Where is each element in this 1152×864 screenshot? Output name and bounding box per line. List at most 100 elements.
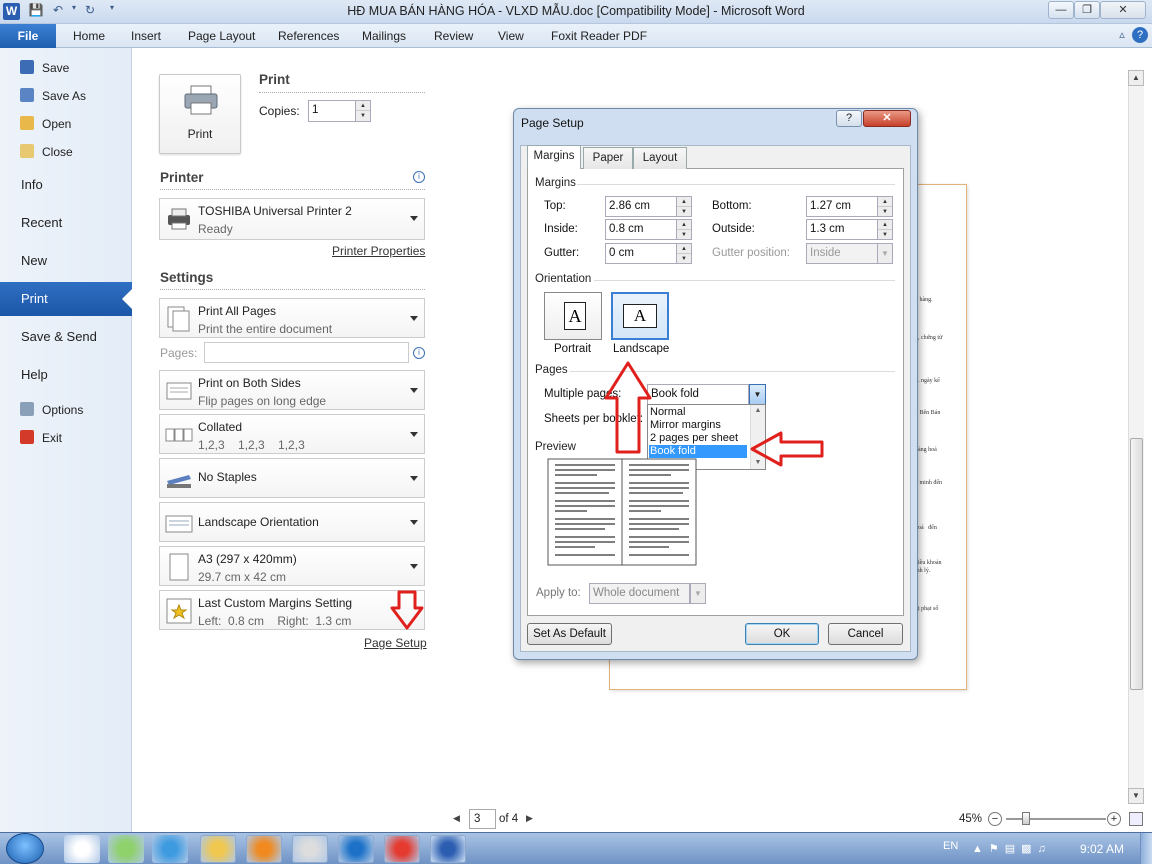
next-page-icon[interactable]: ▶ (526, 813, 533, 824)
tab-references[interactable]: References (278, 29, 339, 43)
copies-spinner[interactable]: ▲ ▼ (355, 100, 371, 122)
zoom-slider[interactable] (1006, 818, 1106, 820)
zoom-in-icon[interactable]: + (1107, 812, 1121, 826)
chrome-icon[interactable] (384, 835, 420, 863)
show-desktop-button[interactable] (1140, 833, 1152, 864)
tab-view[interactable]: View (498, 29, 524, 43)
list-item-selected[interactable]: Book fold (649, 445, 747, 458)
print-range-dropdown[interactable]: Print All Pages Print the entire documen… (159, 298, 425, 338)
ok-button[interactable]: OK (745, 623, 819, 645)
top-margin-spinner[interactable]: ▲ ▼ (676, 196, 692, 217)
landscape-option[interactable]: A (611, 292, 669, 340)
nav-options[interactable]: Options (0, 399, 132, 421)
tab-review[interactable]: Review (434, 29, 473, 43)
dialog-help-button[interactable]: ? (836, 110, 862, 127)
close-button[interactable]: ✕ (1100, 1, 1146, 19)
page-setup-link[interactable]: Page Setup (364, 636, 427, 650)
nav-recent[interactable]: Recent (0, 206, 132, 240)
teamviewer-icon[interactable] (338, 835, 374, 863)
nav-open[interactable]: Open (0, 113, 132, 135)
staples-dropdown[interactable]: No Staples (159, 458, 425, 498)
cancel-button[interactable]: Cancel (828, 623, 903, 645)
clock[interactable]: 9:02 AM (1080, 842, 1124, 856)
taskbar-app-icon[interactable] (108, 835, 144, 863)
vertical-scrollbar[interactable] (1128, 70, 1144, 804)
inside-margin-spinner[interactable]: ▲ ▼ (676, 219, 692, 240)
collate-dropdown[interactable]: Collated 1,2,3 1,2,3 1,2,3 (159, 414, 425, 454)
tab-foxit-reader-pdf[interactable]: Foxit Reader PDF (551, 29, 647, 43)
help-icon[interactable]: ? (1132, 27, 1148, 43)
nav-close[interactable]: Close (0, 141, 132, 163)
paper-size-desc: 29.7 cm x 42 cm (198, 570, 287, 584)
zoom-level[interactable]: 45% (959, 813, 982, 825)
inside-margin-input[interactable]: 0.8 cm (605, 219, 677, 240)
margins-dropdown[interactable]: Last Custom Margins Setting Left: 0.8 cm… (159, 590, 425, 630)
landscape-label: Landscape (613, 343, 670, 355)
restore-button[interactable]: ❐ (1074, 1, 1100, 19)
bottom-margin-spinner[interactable]: ▲ ▼ (877, 196, 893, 217)
zoom-to-page-icon[interactable] (1129, 812, 1143, 826)
staples-label: No Staples (198, 470, 257, 484)
info-icon[interactable]: i (413, 347, 425, 359)
taskbar-app-icon[interactable] (292, 835, 328, 863)
set-as-default-button[interactable]: Set As Default (527, 623, 612, 645)
chevron-up-icon[interactable]: ▵ (1114, 27, 1130, 43)
nav-save[interactable]: Save (0, 57, 132, 79)
duplex-dropdown[interactable]: Print on Both Sides Flip pages on long e… (159, 370, 425, 410)
minimize-button[interactable]: — (1048, 1, 1074, 19)
internet-explorer-icon[interactable] (152, 835, 188, 863)
scroll-thumb[interactable] (1130, 438, 1143, 690)
file-explorer-icon[interactable] (200, 835, 236, 863)
gutter-input[interactable]: 0 cm (605, 243, 677, 264)
portrait-option[interactable]: A (544, 292, 602, 340)
tab-insert[interactable]: Insert (131, 29, 161, 43)
printer-properties-link[interactable]: Printer Properties (332, 244, 425, 258)
gutter-spinner[interactable]: ▲ ▼ (676, 243, 692, 264)
tab-file[interactable]: File (0, 24, 56, 48)
bottom-margin-input[interactable]: 1.27 cm (806, 196, 878, 217)
printer-icon (184, 85, 218, 115)
nav-new[interactable]: New (0, 244, 132, 278)
chevron-down-icon[interactable]: ▼ (749, 384, 766, 405)
tab-margins[interactable]: Margins (527, 145, 581, 169)
tab-mailings[interactable]: Mailings (362, 29, 406, 43)
print-button[interactable]: Print (159, 74, 241, 154)
pages-input[interactable] (204, 342, 409, 363)
word-taskbar-icon[interactable] (430, 835, 466, 863)
copies-input[interactable]: 1 (308, 100, 356, 122)
tab-home[interactable]: Home (73, 29, 105, 43)
language-indicator[interactable]: EN (943, 840, 958, 852)
scroll-down-button[interactable]: ▼ (1128, 788, 1144, 804)
dialog-close-button[interactable]: ✕ (863, 110, 911, 127)
tray-icons[interactable]: ▲⚑▤▩♫ (972, 842, 1062, 856)
list-item[interactable]: Normal (649, 406, 747, 419)
tab-layout[interactable]: Layout (633, 147, 687, 169)
outside-margin-input[interactable]: 1.3 cm (806, 219, 878, 240)
nav-save-send[interactable]: Save & Send (0, 320, 132, 354)
previous-page-icon[interactable]: ◀ (453, 813, 460, 824)
multiple-pages-select[interactable]: Book fold (647, 384, 749, 405)
current-page-input[interactable]: 3 (469, 809, 496, 829)
nav-help[interactable]: Help (0, 358, 132, 392)
list-item[interactable]: 2 pages per sheet (649, 432, 747, 445)
nav-info[interactable]: Info (0, 168, 132, 202)
start-button[interactable] (6, 833, 44, 864)
outside-margin-spinner[interactable]: ▲ ▼ (877, 219, 893, 240)
orientation-dropdown[interactable]: Landscape Orientation (159, 502, 425, 542)
nav-save-as[interactable]: Save As (0, 85, 132, 107)
tab-page-layout[interactable]: Page Layout (188, 29, 255, 43)
zoom-slider-thumb[interactable] (1022, 812, 1030, 825)
nav-print[interactable]: Print (0, 282, 132, 316)
info-icon[interactable]: i (413, 171, 425, 183)
chevron-down-icon (410, 564, 418, 569)
taskbar-app-icon[interactable] (64, 835, 100, 863)
list-item[interactable]: Mirror margins (649, 419, 747, 432)
nav-exit[interactable]: Exit (0, 427, 132, 449)
printer-dropdown[interactable]: TOSHIBA Universal Printer 2 Ready (159, 198, 425, 240)
zoom-out-icon[interactable]: − (988, 812, 1002, 826)
paper-size-dropdown[interactable]: A3 (297 x 420mm) 29.7 cm x 42 cm (159, 546, 425, 586)
scroll-up-button[interactable]: ▲ (1128, 70, 1144, 86)
top-margin-input[interactable]: 2.86 cm (605, 196, 677, 217)
tab-paper[interactable]: Paper (583, 147, 633, 169)
media-player-icon[interactable] (246, 835, 282, 863)
